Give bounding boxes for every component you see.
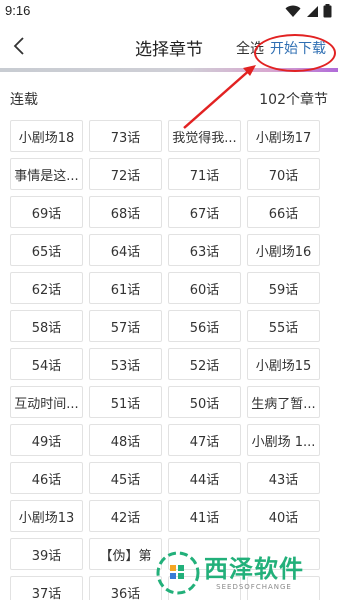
chapter-cell[interactable]: 57话 — [89, 310, 162, 342]
chapter-cell[interactable]: 36话 — [89, 576, 162, 600]
chapter-cell[interactable]: 小剧场 1... — [247, 424, 320, 456]
wifi-icon — [285, 5, 301, 17]
chapter-cell[interactable]: 42话 — [89, 500, 162, 532]
app-bar: 选择章节 全选 开始下载 — [0, 24, 338, 68]
watermark-logo-icon — [156, 551, 200, 595]
chapter-cell[interactable]: 52话 — [168, 348, 241, 380]
signal-icon — [307, 5, 318, 17]
chapter-cell[interactable]: 55话 — [247, 310, 320, 342]
watermark: 西泽软件 SEEDSOFCHANGE — [156, 548, 336, 598]
chapter-cell[interactable]: 59话 — [247, 272, 320, 304]
chapter-cell[interactable]: 小剧场13 — [10, 500, 83, 532]
section-header: 连载 102个章节 — [0, 84, 338, 112]
chapter-cell[interactable]: 【伪】第 — [89, 538, 162, 570]
chapter-cell[interactable]: 47话 — [168, 424, 241, 456]
chapter-cell[interactable]: 事情是这... — [10, 158, 83, 190]
chapter-cell[interactable]: 43话 — [247, 462, 320, 494]
chapter-cell[interactable]: 我觉得我... — [168, 120, 241, 152]
chapter-cell[interactable]: 72话 — [89, 158, 162, 190]
chapter-cell[interactable]: 46话 — [10, 462, 83, 494]
chapter-cell[interactable]: 65话 — [10, 234, 83, 266]
watermark-subtitle: SEEDSOFCHANGE — [216, 583, 292, 591]
chapter-cell[interactable]: 73话 — [89, 120, 162, 152]
chapter-cell[interactable]: 生病了暂... — [247, 386, 320, 418]
chapter-cell[interactable]: 40话 — [247, 500, 320, 532]
chapter-cell[interactable]: 45话 — [89, 462, 162, 494]
chapter-grid: 小剧场18 73话 我觉得我... 小剧场17 事情是这... 72话 71话 70话 69话 6… — [10, 120, 320, 600]
chapter-cell[interactable]: 41话 — [168, 500, 241, 532]
chapter-cell[interactable]: 44话 — [168, 462, 241, 494]
start-download-button[interactable]: 开始下载 — [270, 38, 326, 58]
chapter-cell[interactable]: 小剧场15 — [247, 348, 320, 380]
chapter-cell[interactable]: 64话 — [89, 234, 162, 266]
status-time: 9:16 — [5, 3, 31, 18]
chapter-cell[interactable]: 56话 — [168, 310, 241, 342]
chapter-cell[interactable]: 互动时间... — [10, 386, 83, 418]
watermark-title: 西泽软件 — [204, 555, 304, 583]
chapter-cell[interactable]: 39话 — [10, 538, 83, 570]
header-divider — [0, 68, 338, 72]
chapter-cell[interactable]: 53话 — [89, 348, 162, 380]
chapter-cell[interactable]: 37话 — [10, 576, 83, 600]
chapter-cell[interactable]: 68话 — [89, 196, 162, 228]
chapter-cell[interactable]: 58话 — [10, 310, 83, 342]
chapter-cell[interactable]: 小剧场18 — [10, 120, 83, 152]
chapter-cell[interactable]: 66话 — [247, 196, 320, 228]
chapter-cell[interactable]: 63话 — [168, 234, 241, 266]
battery-icon — [323, 4, 332, 18]
chapter-cell[interactable]: 小剧场16 — [247, 234, 320, 266]
chapter-cell[interactable]: 50话 — [168, 386, 241, 418]
chapter-cell[interactable]: 67话 — [168, 196, 241, 228]
chapter-cell[interactable]: 51话 — [89, 386, 162, 418]
chapter-cell[interactable]: 48话 — [89, 424, 162, 456]
chapter-cell[interactable]: 60话 — [168, 272, 241, 304]
chapter-cell[interactable]: 71话 — [168, 158, 241, 190]
select-all-button[interactable]: 全选 — [236, 38, 266, 58]
section-title: 连载 — [10, 92, 38, 108]
chapter-cell[interactable]: 54话 — [10, 348, 83, 380]
chapter-cell[interactable]: 49话 — [10, 424, 83, 456]
chapter-count: 102个章节 — [259, 92, 328, 108]
chapter-cell[interactable]: 61话 — [89, 272, 162, 304]
chapter-cell[interactable]: 69话 — [10, 196, 83, 228]
chapter-cell[interactable]: 62话 — [10, 272, 83, 304]
chapter-cell[interactable]: 小剧场17 — [247, 120, 320, 152]
status-icons — [285, 4, 332, 18]
chapter-cell[interactable]: 70话 — [247, 158, 320, 190]
status-bar: 9:16 — [0, 0, 338, 24]
